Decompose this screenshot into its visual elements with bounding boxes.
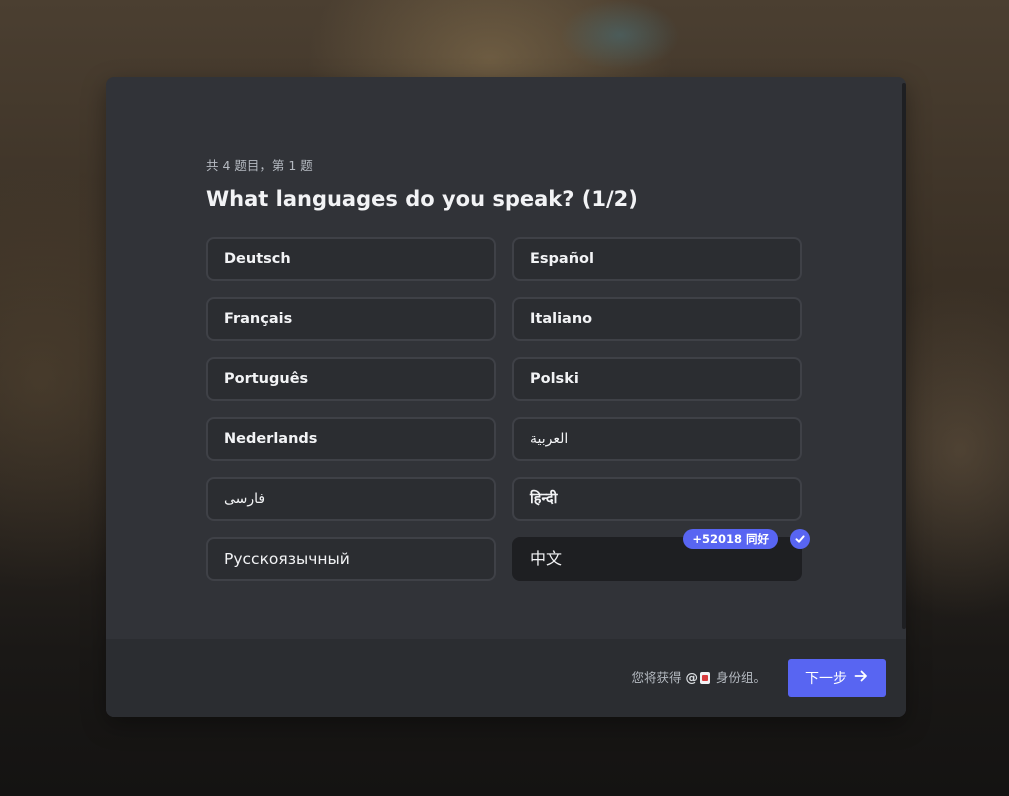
option-polski[interactable]: Polski bbox=[512, 357, 802, 401]
option-label: فارسی bbox=[224, 491, 266, 507]
checkmark-icon bbox=[790, 529, 810, 549]
note-prefix: 您将获得 bbox=[631, 670, 682, 685]
option-arabic[interactable]: العربية bbox=[512, 417, 802, 461]
question-progress: 共 4 题目，第 1 题 bbox=[206, 158, 313, 173]
next-step-button[interactable]: 下一步 bbox=[788, 659, 886, 697]
modal-footer: 您将获得 @ 身份组。 下一步 bbox=[106, 639, 906, 717]
option-label: हिन्दी bbox=[530, 491, 558, 507]
member-count-badge: +52018 同好 bbox=[683, 529, 778, 549]
role-at-sign: @ bbox=[685, 670, 699, 685]
option-italiano[interactable]: Italiano bbox=[512, 297, 802, 341]
option-russian[interactable]: Русскоязычный bbox=[206, 537, 496, 581]
scrollbar[interactable] bbox=[902, 83, 906, 629]
option-deutsch[interactable]: Deutsch bbox=[206, 237, 496, 281]
option-label: Português bbox=[224, 371, 309, 387]
question-content: 共 4 题目，第 1 题 What languages do you speak… bbox=[206, 157, 810, 581]
next-step-label: 下一步 bbox=[805, 671, 847, 687]
option-persian[interactable]: فارسی bbox=[206, 477, 496, 521]
option-nederlands[interactable]: Nederlands bbox=[206, 417, 496, 461]
option-label: العربية bbox=[530, 431, 569, 447]
option-label: Italiano bbox=[530, 311, 593, 327]
option-chinese[interactable]: 中文 +52018 同好 bbox=[512, 529, 810, 581]
option-hindi[interactable]: हिन्दी bbox=[512, 477, 802, 521]
onboarding-modal: 共 4 题目，第 1 题 What languages do you speak… bbox=[106, 77, 906, 717]
note-suffix: 身份组。 bbox=[715, 670, 766, 685]
option-label: Polski bbox=[530, 371, 579, 387]
option-francais[interactable]: Français bbox=[206, 297, 496, 341]
option-label: 中文 bbox=[530, 549, 563, 568]
option-espanol[interactable]: Español bbox=[512, 237, 802, 281]
role-reward-note: 您将获得 @ 身份组。 bbox=[632, 639, 767, 717]
option-portugues[interactable]: Português bbox=[206, 357, 496, 401]
option-label: Deutsch bbox=[224, 251, 291, 267]
option-label: Nederlands bbox=[224, 431, 318, 447]
option-label: Español bbox=[530, 251, 594, 267]
role-icon bbox=[700, 672, 710, 684]
question-title: What languages do you speak? (1/2) bbox=[206, 187, 638, 211]
background-ornament bbox=[560, 0, 680, 70]
role-mention[interactable]: @ bbox=[686, 670, 713, 685]
arrow-right-icon bbox=[853, 668, 869, 688]
option-label: Français bbox=[224, 311, 293, 327]
option-label: Русскоязычный bbox=[224, 550, 350, 568]
